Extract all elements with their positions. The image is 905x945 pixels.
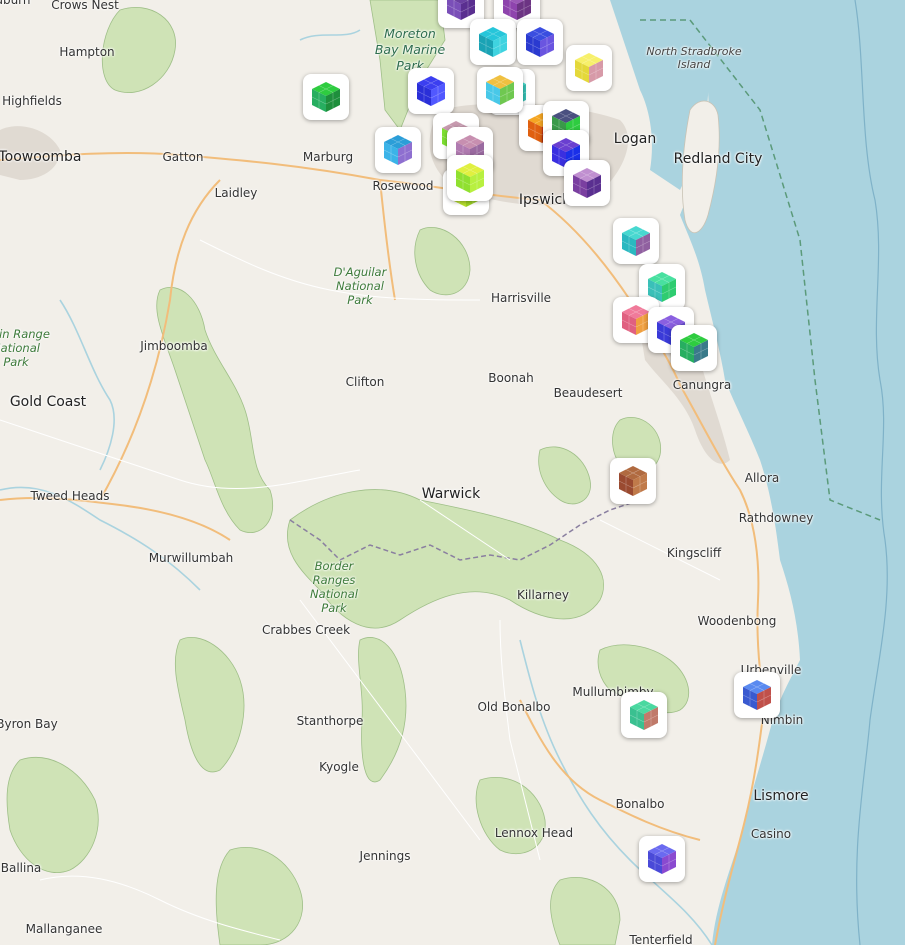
marker-17[interactable] <box>447 155 493 201</box>
map-viewport[interactable]: Crows Nest Hampton Highfields Toowoomba Gatt… <box>0 0 905 945</box>
marker-06[interactable] <box>303 74 349 120</box>
cube-icon <box>525 27 555 57</box>
cube-icon <box>621 226 651 256</box>
cube-icon <box>679 333 709 363</box>
marker-03[interactable] <box>470 19 516 65</box>
cube-icon <box>455 163 485 193</box>
urban-areas <box>0 103 730 464</box>
marker-19[interactable] <box>613 218 659 264</box>
marker-26[interactable] <box>621 692 667 738</box>
marker-16[interactable] <box>564 160 610 206</box>
cube-icon <box>572 168 602 198</box>
cube-icon <box>485 75 515 105</box>
marker-24[interactable] <box>610 458 656 504</box>
cube-icon <box>416 76 446 106</box>
marker-07[interactable] <box>408 68 454 114</box>
marker-04[interactable] <box>517 19 563 65</box>
cube-icon <box>574 53 604 83</box>
cube-icon <box>647 844 677 874</box>
cube-icon <box>383 135 413 165</box>
cube-icon <box>311 82 341 112</box>
cube-icon <box>618 466 648 496</box>
marker-18[interactable] <box>477 67 523 113</box>
marker-05[interactable] <box>566 45 612 91</box>
marker-23[interactable] <box>671 325 717 371</box>
cube-icon <box>629 700 659 730</box>
marker-27[interactable] <box>639 836 685 882</box>
cube-icon <box>478 27 508 57</box>
marker-25[interactable] <box>734 672 780 718</box>
cube-icon <box>742 680 772 710</box>
marker-10[interactable] <box>375 127 421 173</box>
